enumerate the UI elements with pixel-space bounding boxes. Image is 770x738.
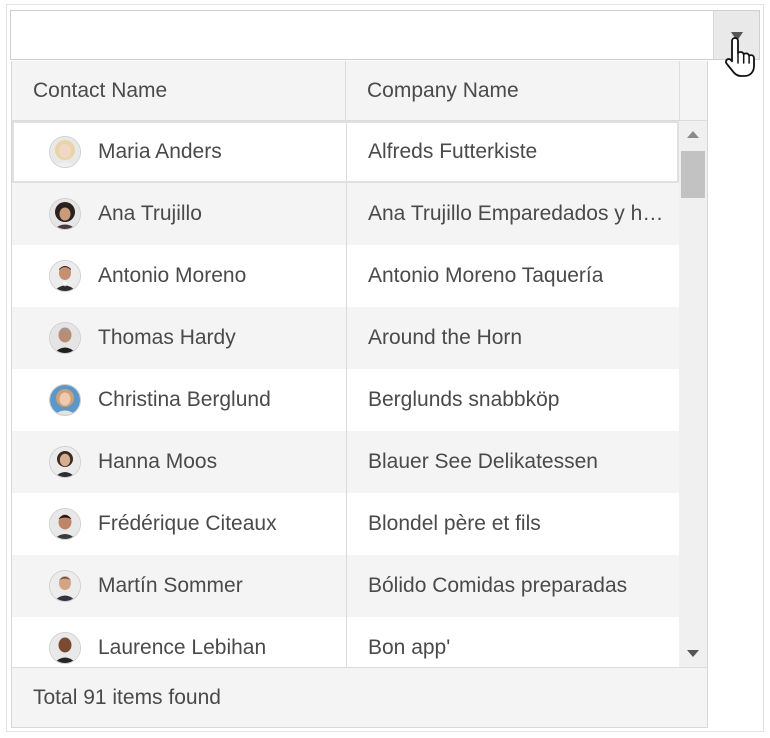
contact-name: Christina Berglund [98, 388, 271, 411]
company-cell: Alfreds Futterkiste [346, 123, 679, 181]
table-row[interactable]: Martín Sommer Bólido Comidas preparadas [12, 555, 679, 617]
contact-cell: Maria Anders [49, 123, 346, 181]
column-header-spacer [680, 61, 707, 120]
contact-name: Antonio Moreno [98, 264, 247, 287]
combo-input[interactable] [11, 11, 711, 59]
company-cell: Bon app' [346, 617, 679, 667]
company-cell: Blondel père et fils [346, 493, 679, 555]
male-dark-hair-avatar [49, 508, 81, 540]
dropdown-popup: Contact Name Company Name Maria Anders A… [11, 61, 708, 728]
company-name: Alfreds Futterkiste [368, 140, 538, 163]
grid-footer-status: Total 91 items found [12, 667, 707, 727]
contact-cell: Hanna Moos [49, 431, 346, 493]
table-row[interactable]: Laurence Lebihan Bon app' [12, 617, 679, 667]
female-dark-hair-avatar [49, 198, 81, 230]
hand-cursor-icon [725, 37, 755, 77]
company-name: Blauer See Delikatessen [368, 450, 598, 473]
contact-cell: Antonio Moreno [49, 245, 346, 307]
company-cell: Around the Horn [346, 307, 679, 369]
table-row[interactable]: Hanna Moos Blauer See Delikatessen [12, 431, 679, 493]
contact-name: Laurence Lebihan [98, 636, 267, 659]
company-name: Blondel père et fils [368, 512, 541, 535]
company-name: Ana Trujillo Emparedados y helados [368, 202, 671, 225]
male-gray-hair-avatar [49, 322, 81, 354]
table-row[interactable]: Christina Berglund Berglunds snabbköp [12, 369, 679, 431]
contact-name: Hanna Moos [98, 450, 218, 473]
female-short-hair-avatar [49, 446, 81, 478]
scrollbar-thumb[interactable] [681, 151, 705, 198]
contact-name: Frédérique Citeaux [98, 512, 277, 535]
company-cell: Ana Trujillo Emparedados y helados [346, 183, 679, 245]
company-name: Bólido Comidas preparadas [368, 574, 628, 597]
scroll-down-arrow-icon[interactable] [687, 650, 699, 657]
combo-box[interactable] [10, 10, 760, 60]
company-name: Antonio Moreno Taquería [368, 264, 604, 287]
contact-cell: Ana Trujillo [49, 183, 346, 245]
female-blue-bg-avatar [49, 384, 81, 416]
contact-name: Thomas Hardy [98, 326, 236, 349]
company-cell: Berglunds snabbköp [346, 369, 679, 431]
table-row[interactable]: Thomas Hardy Around the Horn [12, 307, 679, 369]
contact-name: Maria Anders [98, 140, 222, 163]
contact-name: Martín Sommer [98, 574, 243, 597]
table-row[interactable]: Antonio Moreno Antonio Moreno Taquería [12, 245, 679, 307]
male-short-hair-avatar [49, 570, 81, 602]
contact-cell: Frédérique Citeaux [49, 493, 346, 555]
table-row[interactable]: Ana Trujillo Ana Trujillo Emparedados y … [12, 183, 679, 245]
female-blonde-avatar [49, 136, 81, 168]
contact-name: Ana Trujillo [98, 202, 202, 225]
contact-cell: Martín Sommer [49, 555, 346, 617]
company-name: Bon app' [368, 636, 451, 659]
male-suit-avatar [49, 260, 81, 292]
grid-header: Contact Name Company Name [12, 61, 707, 121]
grid-rows: Maria Anders Alfreds Futterkiste Ana Tru… [12, 121, 679, 667]
company-cell: Blauer See Delikatessen [346, 431, 679, 493]
column-header-contact-name[interactable]: Contact Name [12, 61, 346, 120]
company-cell: Bólido Comidas preparadas [346, 555, 679, 617]
contact-cell: Christina Berglund [49, 369, 346, 431]
company-name: Berglunds snabbköp [368, 388, 560, 411]
column-header-company-name[interactable]: Company Name [346, 61, 680, 120]
scroll-up-arrow-icon[interactable] [687, 131, 699, 138]
contact-cell: Laurence Lebihan [49, 617, 346, 667]
contact-cell: Thomas Hardy [49, 307, 346, 369]
table-row[interactable]: Maria Anders Alfreds Futterkiste [12, 121, 679, 183]
company-cell: Antonio Moreno Taquería [346, 245, 679, 307]
table-row[interactable]: Frédérique Citeaux Blondel père et fils [12, 493, 679, 555]
company-name: Around the Horn [368, 326, 523, 349]
vertical-scrollbar[interactable] [679, 121, 707, 667]
male-bald-avatar [49, 632, 81, 664]
